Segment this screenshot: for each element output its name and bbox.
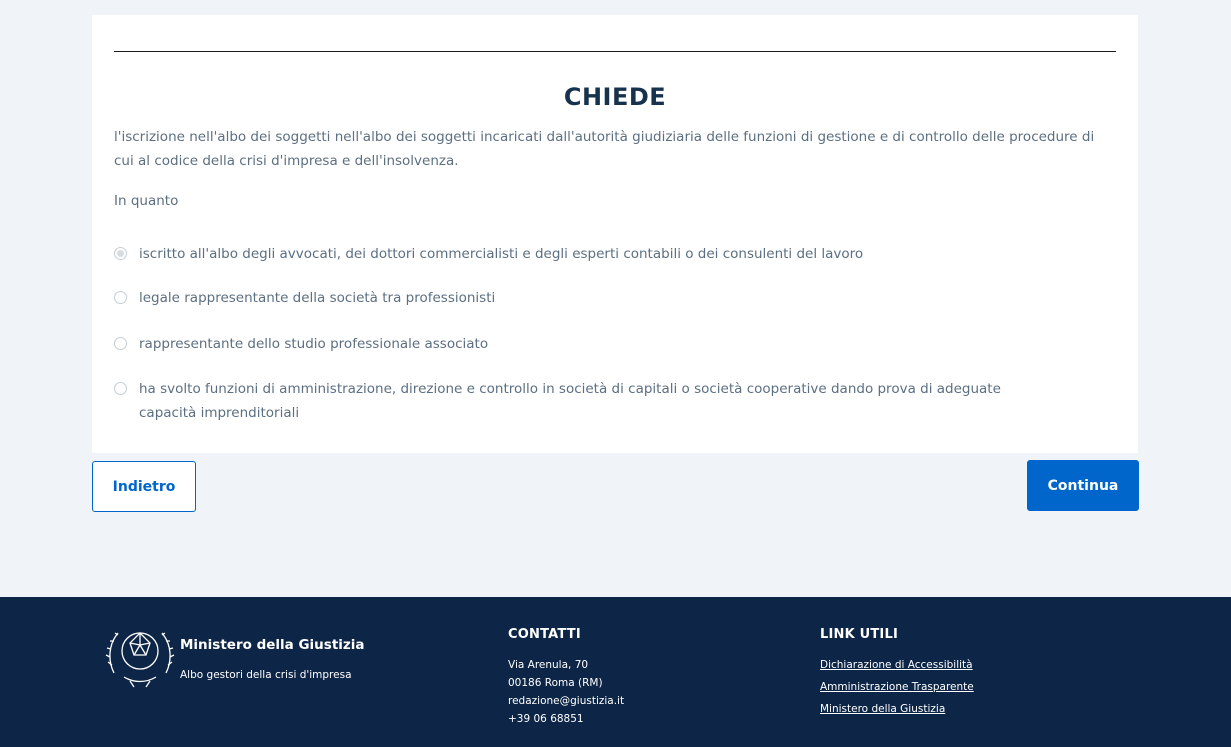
radio-button[interactable] <box>114 382 127 395</box>
links-heading: LINK UTILI <box>820 627 898 642</box>
radio-option-label: iscritto all'albo degli avvocati, dei do… <box>139 246 864 262</box>
in-quanto-label: In quanto <box>114 193 179 209</box>
site-footer: Ministero della Giustizia Albo gestori d… <box>0 597 1231 747</box>
radio-option-amministrazione[interactable]: ha svolto funzioni di amministrazione, d… <box>114 377 1058 425</box>
contact-address: Via Arenula, 70 <box>508 659 589 671</box>
footer-brand-subtitle: Albo gestori della crisi d'impresa <box>180 669 352 681</box>
link-amministrazione-trasparente[interactable]: Amministrazione Trasparente <box>820 679 974 696</box>
link-accessibilita[interactable]: Dichiarazione di Accessibilità <box>820 657 973 674</box>
radio-option-label: rappresentante dello studio professional… <box>139 336 489 352</box>
continue-button[interactable]: Continua <box>1027 460 1139 511</box>
request-description: l'iscrizione nell'albo dei soggetti nell… <box>114 129 1095 169</box>
back-button[interactable]: Indietro <box>92 461 196 512</box>
form-card: CHIEDE l'iscrizione nell'albo dei sogget… <box>92 15 1138 453</box>
radio-option-stp[interactable]: legale rappresentante della società tra … <box>114 286 1058 310</box>
radio-button-checked[interactable] <box>114 247 127 260</box>
radio-option-avvocati[interactable]: iscritto all'albo degli avvocati, dei do… <box>114 242 1058 266</box>
footer-brand-title: Ministero della Giustizia <box>180 637 365 653</box>
radio-button[interactable] <box>114 337 127 350</box>
contact-email: redazione@giustizia.it <box>508 695 625 707</box>
contact-city: 00186 Roma (RM) <box>508 677 603 689</box>
republic-emblem-icon <box>104 621 176 691</box>
divider <box>114 51 1116 52</box>
radio-option-studio-associato[interactable]: rappresentante dello studio professional… <box>114 332 1058 356</box>
link-ministero[interactable]: Ministero della Giustizia <box>820 701 945 718</box>
radio-option-label: ha svolto funzioni di amministrazione, d… <box>139 381 1001 421</box>
radio-option-label: legale rappresentante della società tra … <box>139 290 496 306</box>
contacts-heading: CONTATTI <box>508 627 581 642</box>
radio-button[interactable] <box>114 291 127 304</box>
contact-phone: +39 06 68851 <box>508 713 584 725</box>
section-title: CHIEDE <box>563 83 667 111</box>
